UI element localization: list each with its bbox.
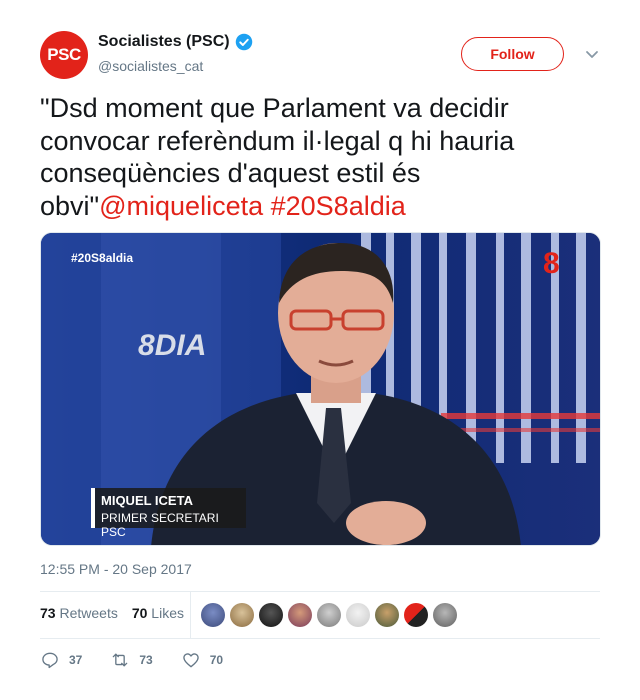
liker-avatar[interactable] — [201, 603, 225, 627]
liker-avatar[interactable] — [259, 603, 283, 627]
divider-vertical — [190, 591, 191, 638]
liker-avatar[interactable] — [317, 603, 341, 627]
liker-avatar[interactable] — [230, 603, 254, 627]
retweets-stat[interactable]: 73 Retweets — [40, 605, 118, 621]
retweet-action[interactable]: 73 — [110, 650, 153, 670]
show-logo: 8DIA — [138, 329, 206, 363]
likes-label: Likes — [151, 605, 184, 621]
lower-third-role: PRIMER SECRETARI PSC — [101, 511, 219, 539]
like-action[interactable]: 70 — [181, 650, 223, 670]
retweets-label: Retweets — [59, 605, 118, 621]
author-name-row: Socialistes (PSC) — [98, 33, 253, 51]
tweet-timestamp[interactable]: 12:55 PM - 20 Sep 2017 — [40, 561, 192, 577]
reply-icon — [42, 652, 58, 669]
liker-avatars — [201, 603, 457, 627]
mention-link[interactable]: @miqueliceta — [99, 191, 263, 221]
liker-avatar[interactable] — [404, 603, 428, 627]
retweet-icon — [113, 653, 128, 667]
lower-third-name: MIQUEL ICETA — [101, 493, 193, 508]
retweets-count: 73 — [40, 605, 56, 621]
hashtag-link[interactable]: #20S8aldia — [271, 191, 406, 221]
chevron-down-icon[interactable] — [584, 46, 600, 62]
tweet-media-image[interactable]: 8 #20S8aldia 8DIA MIQUEL ICETA PRIMER SE… — [40, 232, 601, 546]
verified-badge-icon — [235, 33, 252, 51]
liker-avatar[interactable] — [346, 603, 370, 627]
liker-avatar[interactable] — [288, 603, 312, 627]
tweet-actions: 37 73 70 — [40, 650, 251, 670]
tweet-text: "Dsd moment que Parlament va decidir con… — [40, 92, 600, 222]
avatar-logo-text: PSC — [47, 45, 81, 64]
heart-icon — [182, 653, 199, 668]
liker-avatar[interactable] — [433, 603, 457, 627]
likes-count: 70 — [131, 605, 148, 621]
engagement-stats: 73 Retweets 70 Likes — [40, 605, 184, 621]
author-handle[interactable]: @socialistes_cat — [98, 58, 203, 74]
show-logo-number: 8 — [138, 329, 155, 362]
author-avatar[interactable]: PSC — [40, 31, 88, 79]
divider — [40, 591, 600, 592]
svg-text:8: 8 — [543, 247, 560, 280]
like-count: 70 — [209, 653, 224, 667]
lower-third-caption: MIQUEL ICETA PRIMER SECRETARI PSC — [91, 488, 246, 539]
reply-count: 37 — [69, 653, 83, 667]
reply-action[interactable]: 37 — [40, 650, 82, 670]
liker-avatar[interactable] — [375, 603, 399, 627]
follow-button[interactable]: Follow — [461, 37, 564, 71]
media-hashtag-overlay: #20S8aldia — [71, 251, 134, 265]
show-logo-text: DIA — [154, 329, 207, 362]
author-display-name[interactable]: Socialistes (PSC) — [98, 33, 230, 51]
retweet-count: 73 — [139, 653, 153, 667]
divider — [40, 638, 600, 639]
likes-stat[interactable]: 70 Likes — [132, 605, 184, 621]
